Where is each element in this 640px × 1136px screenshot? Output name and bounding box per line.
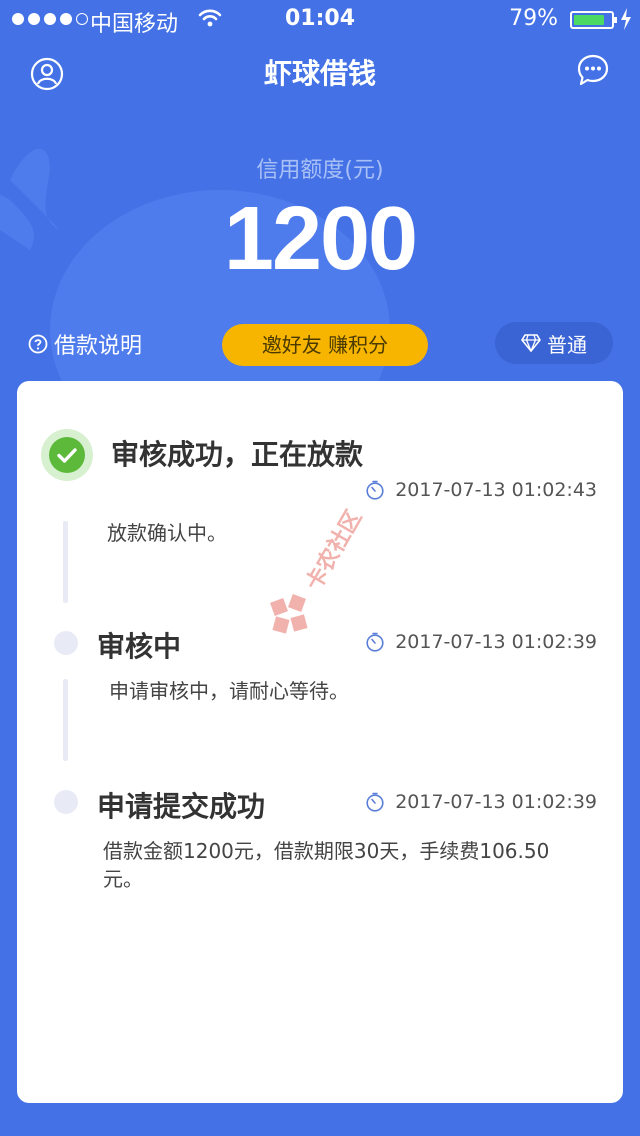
community-watermark: 卡农社区 bbox=[270, 506, 368, 634]
battery-percentage: 79% bbox=[509, 6, 558, 31]
message-icon[interactable] bbox=[576, 53, 610, 87]
help-icon bbox=[28, 334, 48, 354]
step-title: 审核成功，正在放款 bbox=[111, 438, 364, 471]
status-bar: 中国移动 01:04 79% bbox=[0, 0, 640, 40]
success-check-icon bbox=[41, 429, 93, 481]
clock-icon bbox=[366, 792, 384, 812]
charging-icon bbox=[621, 8, 631, 30]
step-time-text: 2017-07-13 01:02:39 bbox=[395, 631, 597, 653]
battery-icon bbox=[570, 11, 617, 29]
loan-instructions-link[interactable]: 借款说明 bbox=[28, 328, 142, 360]
step-description: 放款确认中。 bbox=[107, 521, 227, 545]
credit-limit-value: 1200 bbox=[223, 189, 418, 289]
step-time-text: 2017-07-13 01:02:39 bbox=[395, 791, 597, 813]
step-title: 申请提交成功 bbox=[97, 790, 266, 823]
member-level-button[interactable]: 普通 bbox=[495, 322, 613, 364]
step-time: 2017-07-13 01:02:39 bbox=[365, 791, 597, 813]
loan-progress-card: 审核成功，正在放款 2017-07-13 01:02:43 放款确认中。 审核中… bbox=[17, 381, 623, 1103]
invite-friends-button[interactable]: 邀好友 赚积分 bbox=[222, 324, 428, 366]
member-level-label: 普通 bbox=[547, 332, 587, 357]
step-time: 2017-07-13 01:02:43 bbox=[365, 479, 597, 501]
watermark-text: 卡农社区 bbox=[301, 506, 368, 595]
step-description: 申请审核中，请耐心等待。 bbox=[109, 679, 349, 703]
timeline-connector bbox=[63, 521, 68, 603]
step-description: 借款金额1200元，借款期限30天，手续费106.50元。 bbox=[103, 839, 550, 891]
step-pending-dot bbox=[54, 631, 78, 655]
loan-instructions-label: 借款说明 bbox=[54, 334, 143, 359]
timeline-connector bbox=[63, 679, 68, 761]
clock-icon bbox=[366, 480, 384, 500]
step-pending-dot bbox=[54, 790, 78, 814]
step-title: 审核中 bbox=[97, 630, 182, 663]
step-time-text: 2017-07-13 01:02:43 bbox=[395, 479, 597, 501]
credit-limit-label: 信用额度(元) bbox=[256, 158, 384, 183]
page-title: 虾球借钱 bbox=[263, 57, 376, 90]
diamond-icon bbox=[521, 334, 541, 352]
step-time: 2017-07-13 01:02:39 bbox=[365, 631, 597, 653]
